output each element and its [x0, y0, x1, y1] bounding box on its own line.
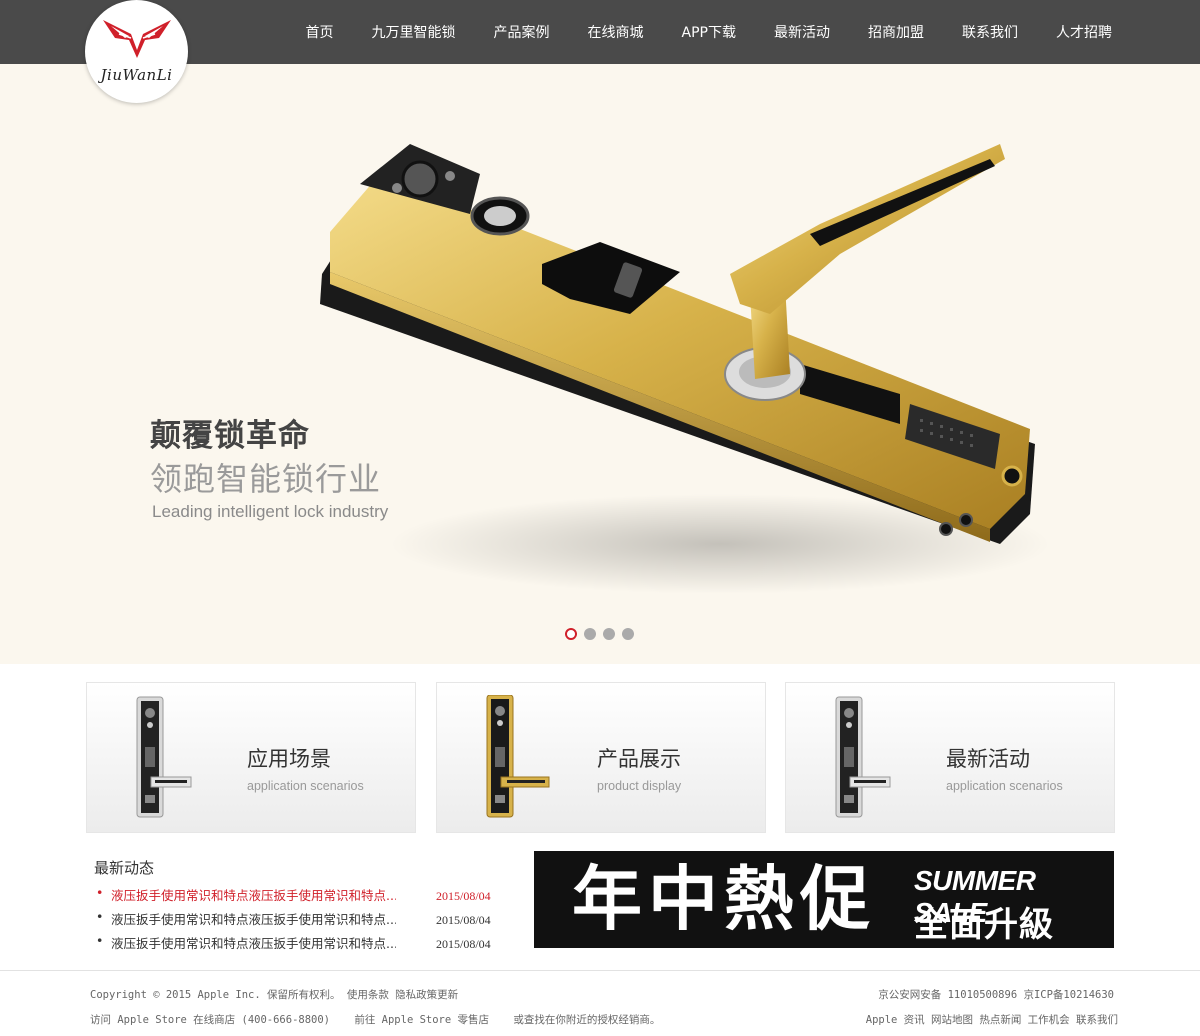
feature-card-application[interactable]: 应用场景 application scenarios [86, 682, 416, 833]
news-item-title[interactable]: 液压扳手使用常识和特点液压扳手使用常识和特点... [111, 885, 396, 904]
feature-card-products[interactable]: 产品展示 product display [436, 682, 766, 833]
news-item-date: 2015/08/04 [436, 889, 491, 903]
nav-item-contact[interactable]: 联系我们 [962, 22, 1018, 42]
nav-item-app-download[interactable]: APP下载 [682, 22, 736, 42]
bullet-icon: • [96, 885, 104, 900]
site-logo[interactable]: JiuWanLi [85, 0, 188, 103]
bullet-icon: • [96, 933, 104, 948]
nav-item-franchise[interactable]: 招商加盟 [868, 22, 924, 42]
news-item-date: 2015/08/04 [436, 937, 491, 951]
carousel-indicators [565, 628, 641, 640]
logo-wordmark: JiuWanLi [100, 66, 173, 84]
news-item-title[interactable]: 液压扳手使用常识和特点液压扳手使用常识和特点... [111, 933, 396, 952]
promo-headline: 年中熱促 [572, 858, 876, 940]
bullet-icon: • [96, 909, 104, 924]
silver-lock-thumbnail [136, 696, 192, 818]
summer-sale-banner[interactable]: 年中熱促 SUMMER SALE 全面升級 [534, 851, 1114, 948]
news-item[interactable]: • 液压扳手使用常识和特点液压扳手使用常识和特点... 2015/08/04 [96, 932, 500, 956]
feature-card-activities[interactable]: 最新活动 application scenarios [785, 682, 1115, 833]
nav-item-home[interactable]: 首页 [306, 22, 334, 42]
hero-banner: 颠覆锁革命 领跑智能锁行业 Leading intelligent lock i… [0, 64, 1200, 664]
carousel-dot-3[interactable] [603, 628, 615, 640]
footer-record: 京公安网安备 11010500896 京ICP备10214630 [878, 989, 1114, 1001]
footer-link-privacy[interactable]: 隐私政策更新 [395, 989, 458, 1001]
footer-link-news[interactable]: Apple 资讯 [866, 1014, 925, 1026]
nav-item-careers[interactable]: 人才招聘 [1056, 22, 1112, 42]
footer-link-jobs[interactable]: 工作机会 [1028, 1014, 1070, 1026]
card-title: 应用场景 [247, 747, 331, 771]
main-nav: 首页 九万里智能锁 产品案例 在线商城 APP下载 最新活动 招商加盟 联系我们… [306, 0, 1112, 64]
wings-logo-icon [103, 20, 171, 58]
nav-item-activities[interactable]: 最新活动 [774, 22, 830, 42]
carousel-dot-4[interactable] [622, 628, 634, 640]
footer-link-contact[interactable]: 联系我们 [1076, 1014, 1118, 1026]
nav-item-shop[interactable]: 在线商城 [588, 22, 644, 42]
carousel-dot-1[interactable] [565, 628, 577, 640]
footer-store-row: 访问 Apple Store 在线商店 (400-666-8800) 前往 Ap… [90, 1012, 660, 1027]
smart-lock-product-image [320, 144, 1050, 594]
promo-subheadline: 全面升級 [914, 905, 1054, 945]
news-item-date: 2015/08/04 [436, 913, 491, 927]
footer-link-retail-store[interactable]: 前往 Apple Store 零售店 [354, 1014, 489, 1026]
footer-link-dealer[interactable]: 或查找在你附近的授权经销商。 [513, 1014, 660, 1026]
card-title: 最新活动 [946, 747, 1030, 771]
hero-english-tagline: Leading intelligent lock industry [152, 502, 389, 521]
footer-link-hot-news[interactable]: 热点新闻 [979, 1014, 1021, 1026]
hero-title: 颠覆锁革命 [150, 418, 310, 454]
footer-copyright-row: Copyright © 2015 Apple Inc. 保留所有权利。 使用条款… [90, 987, 458, 1002]
card-subtitle: application scenarios [946, 779, 1063, 793]
news-item[interactable]: • 液压扳手使用常识和特点液压扳手使用常识和特点... 2015/08/04 [96, 884, 500, 908]
news-item[interactable]: • 液压扳手使用常识和特点液压扳手使用常识和特点... 2015/08/04 [96, 908, 500, 932]
carousel-dot-2[interactable] [584, 628, 596, 640]
footer-links-right: Apple 资讯 网站地图 热点新闻 工作机会 联系我们 [866, 1012, 1118, 1027]
footer-link-online-store[interactable]: 访问 Apple Store 在线商店 (400-666-8800) [90, 1014, 330, 1026]
nav-item-smart-lock[interactable]: 九万里智能锁 [372, 22, 456, 42]
nav-item-cases[interactable]: 产品案例 [494, 22, 550, 42]
footer-link-terms[interactable]: 使用条款 [347, 989, 389, 1001]
news-heading: 最新动态 [94, 859, 155, 877]
silver-lock-thumbnail [835, 696, 891, 818]
card-title: 产品展示 [597, 747, 681, 771]
gold-lock-thumbnail [486, 695, 550, 818]
news-list: • 液压扳手使用常识和特点液压扳手使用常识和特点... 2015/08/04 •… [96, 884, 500, 956]
card-subtitle: product display [597, 779, 682, 793]
copyright-text: Copyright © 2015 Apple Inc. 保留所有权利。 [90, 989, 341, 1001]
news-item-title[interactable]: 液压扳手使用常识和特点液压扳手使用常识和特点... [111, 909, 396, 928]
footer-divider [0, 970, 1200, 971]
footer-link-sitemap[interactable]: 网站地图 [931, 1014, 973, 1026]
card-subtitle: application scenarios [247, 779, 364, 793]
hero-subtitle: 领跑智能锁行业 [150, 460, 382, 498]
